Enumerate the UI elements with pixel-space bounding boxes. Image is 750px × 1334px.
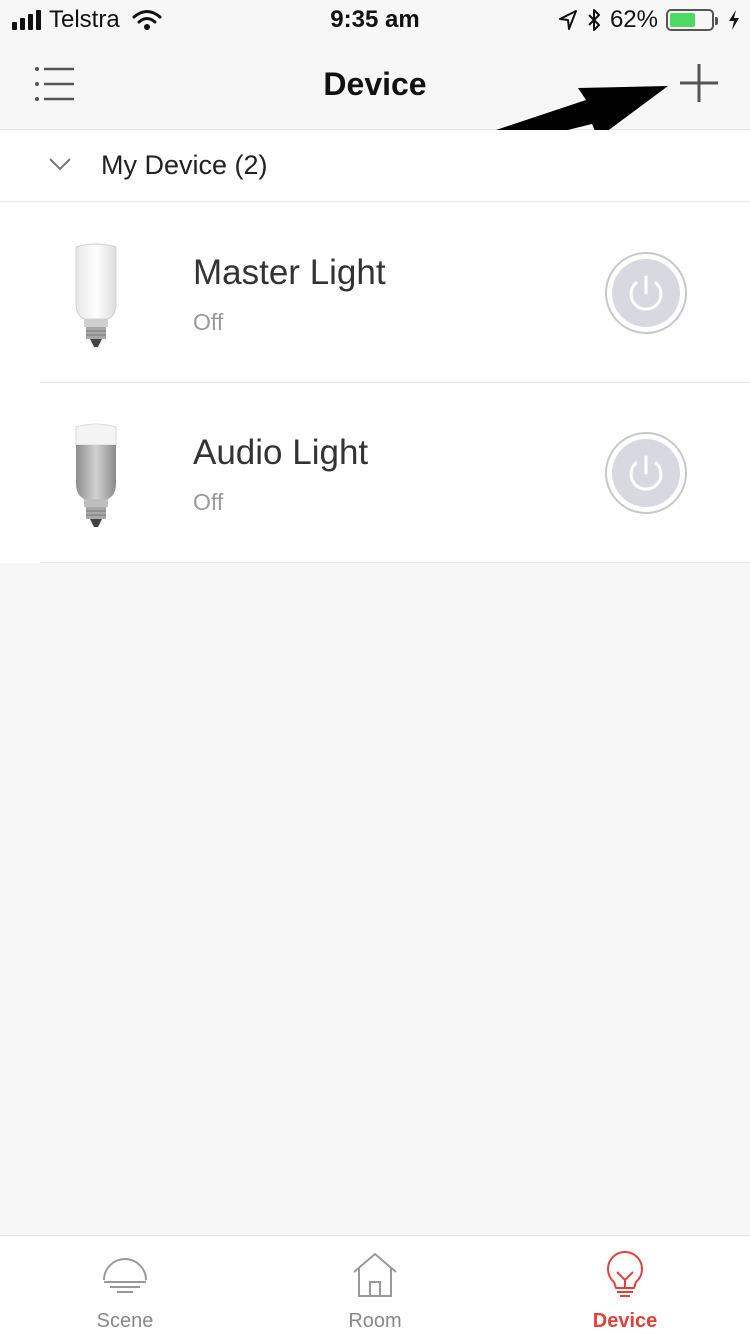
tab-label: Scene [96, 1310, 154, 1332]
tab-scene[interactable]: Scene [0, 1236, 250, 1334]
tab-label: Device [592, 1310, 658, 1332]
device-row-master-light[interactable]: Master Light Off [0, 203, 750, 383]
battery-icon [666, 9, 718, 31]
charging-bolt-icon [729, 10, 739, 30]
row-divider [40, 562, 750, 563]
device-row-audio-light[interactable]: Audio Light Off [0, 383, 750, 563]
silver-bulb-icon [75, 423, 117, 527]
bluetooth-icon [588, 9, 600, 31]
device-status: Off [193, 489, 224, 515]
tab-device[interactable]: Device [500, 1236, 750, 1334]
location-arrow-icon [558, 10, 577, 30]
status-bar: Telstra 9:35 am 62% [0, 0, 750, 40]
power-toggle-button[interactable] [604, 251, 688, 335]
scene-lamp-icon [103, 1258, 147, 1293]
battery-fill [670, 13, 695, 27]
house-icon [353, 1253, 397, 1297]
plus-icon[interactable] [676, 60, 722, 106]
battery-percent: 62% [609, 6, 658, 33]
white-bulb-icon [75, 243, 117, 347]
tab-label: Room [348, 1310, 402, 1332]
device-list: Master Light Off Audio Light Off [0, 203, 750, 563]
bulb-icon [607, 1251, 643, 1297]
device-status: Off [193, 309, 224, 335]
device-name: Master Light [193, 253, 386, 292]
device-group-header[interactable]: My Device (2) [0, 130, 750, 202]
device-name: Audio Light [193, 433, 369, 472]
power-toggle-button[interactable] [604, 431, 688, 515]
device-group-title: My Device (2) [101, 150, 268, 180]
tab-room[interactable]: Room [250, 1236, 500, 1334]
status-right: 62% [558, 6, 740, 34]
tab-bar: Scene Room Device [0, 1235, 750, 1334]
chevron-down-icon [49, 158, 71, 171]
